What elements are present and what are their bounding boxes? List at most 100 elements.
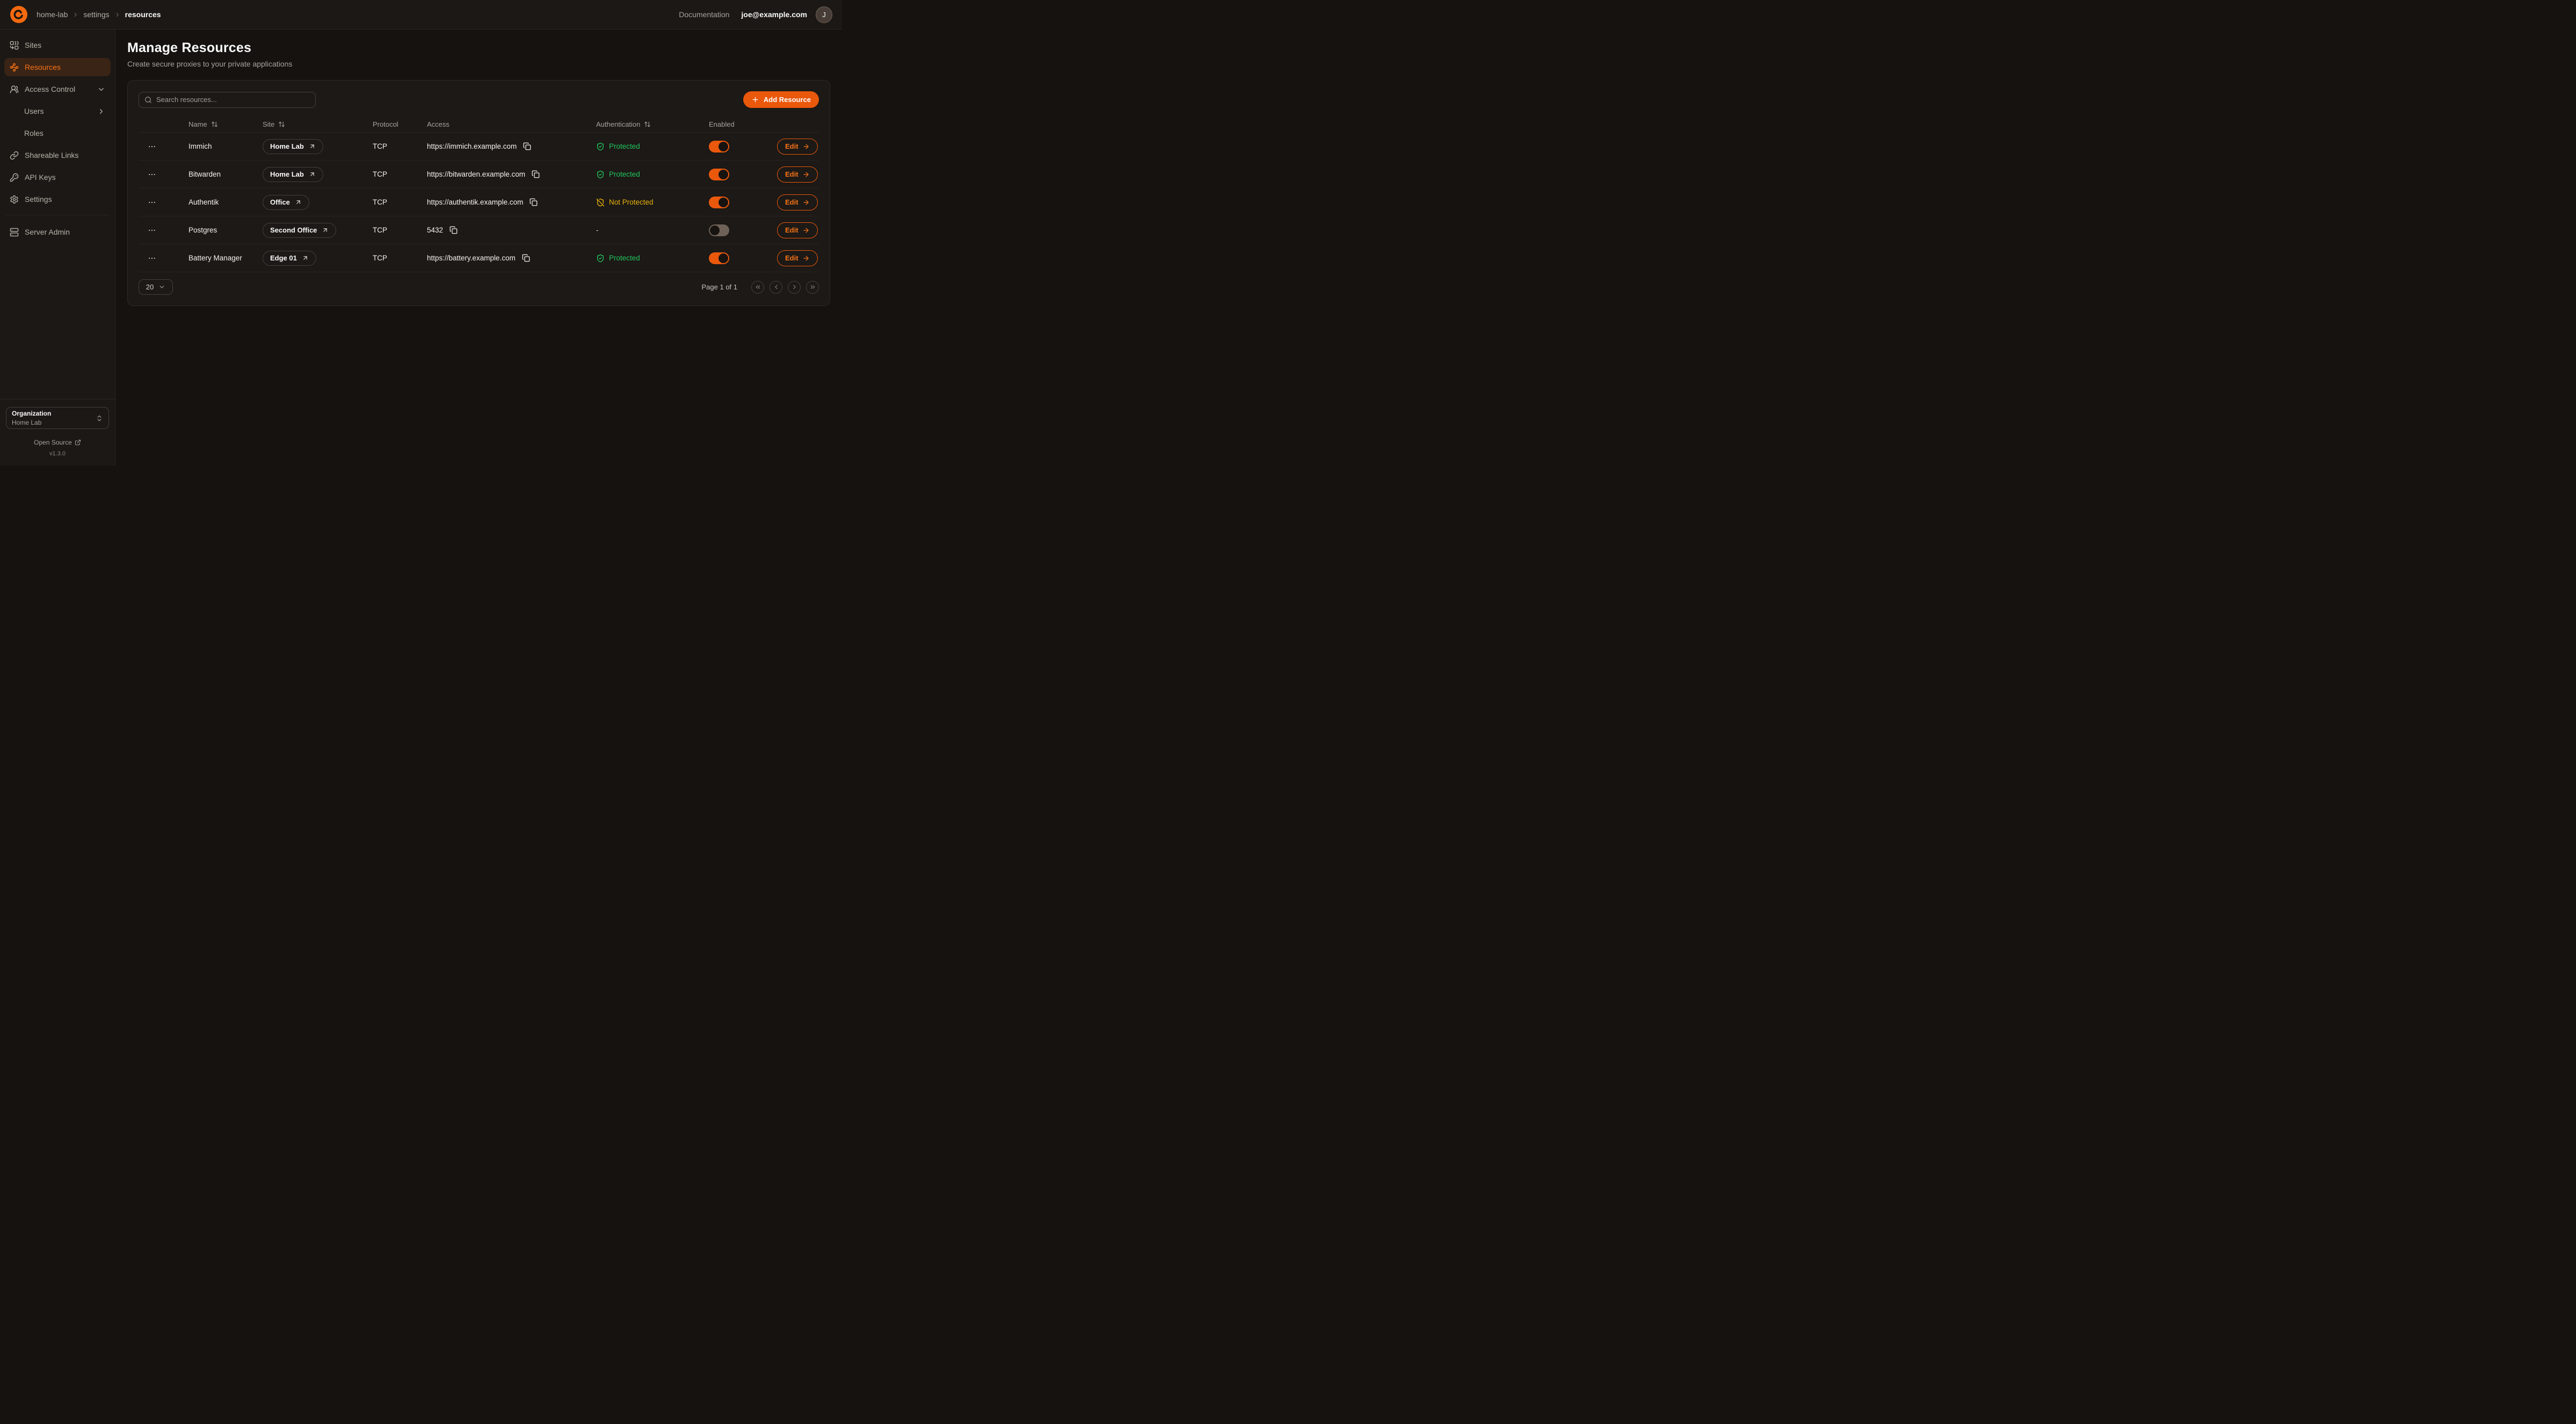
site-link-badge[interactable]: Edge 01 xyxy=(263,251,316,266)
table-row: Authentik Office TCP https://authentik.e… xyxy=(139,188,819,216)
column-header-site[interactable]: Site xyxy=(263,120,373,128)
row-actions-button[interactable] xyxy=(146,196,158,209)
organization-selector[interactable]: Organization Home Lab xyxy=(6,407,109,429)
breadcrumb-settings[interactable]: settings xyxy=(83,10,109,19)
users-icon xyxy=(10,85,19,94)
copy-icon[interactable] xyxy=(448,225,459,235)
auth-status-label: - xyxy=(596,226,599,234)
pangolin-logo-icon[interactable] xyxy=(10,5,28,24)
previous-page-button[interactable] xyxy=(770,281,782,294)
edit-button[interactable]: Edit xyxy=(777,250,818,266)
table-row: Postgres Second Office TCP 5432 - xyxy=(139,216,819,244)
edit-button[interactable]: Edit xyxy=(777,222,818,238)
sidebar-item-label: Shareable Links xyxy=(25,151,78,159)
table-row: Bitwarden Home Lab TCP https://bitwarden… xyxy=(139,161,819,188)
search-input[interactable] xyxy=(156,96,310,104)
edit-button[interactable]: Edit xyxy=(777,166,818,183)
arrow-right-icon xyxy=(802,227,810,234)
arrow-right-icon xyxy=(802,199,810,206)
edit-label: Edit xyxy=(785,170,799,178)
topbar: home-lab settings resources Documentatio… xyxy=(0,0,842,30)
column-header-authentication[interactable]: Authentication xyxy=(596,120,705,128)
sidebar-item-label: Users xyxy=(24,107,44,115)
site-name: Office xyxy=(270,198,290,206)
site-link-badge[interactable]: Home Lab xyxy=(263,167,323,182)
column-header-protocol: Protocol xyxy=(373,120,427,128)
sidebar-item-access-control[interactable]: Access Control xyxy=(4,80,111,98)
sidebar-item-users[interactable]: Users xyxy=(4,102,111,120)
sidebar: Sites Resources Access Control User xyxy=(0,30,115,466)
column-header-access: Access xyxy=(427,120,596,128)
row-actions-button[interactable] xyxy=(146,224,158,237)
resource-name: Authentik xyxy=(165,198,263,206)
copy-icon[interactable] xyxy=(528,197,539,207)
sort-icon xyxy=(644,121,651,128)
site-name: Second Office xyxy=(270,226,317,234)
sidebar-item-label: Access Control xyxy=(25,85,75,93)
auth-status: - xyxy=(596,226,705,234)
site-link-badge[interactable]: Second Office xyxy=(263,223,336,238)
sidebar-item-roles[interactable]: Roles xyxy=(4,124,111,142)
site-link-badge[interactable]: Home Lab xyxy=(263,139,323,154)
enabled-toggle[interactable] xyxy=(709,141,729,152)
edit-button[interactable]: Edit xyxy=(777,194,818,210)
access-url: https://bitwarden.example.com xyxy=(427,170,525,178)
chevron-left-icon xyxy=(773,284,780,290)
auth-status: Protected xyxy=(596,170,705,179)
resource-name: Battery Manager xyxy=(165,254,263,262)
enabled-toggle[interactable] xyxy=(709,224,729,236)
sidebar-item-server-admin[interactable]: Server Admin xyxy=(4,223,111,241)
site-name: Edge 01 xyxy=(270,254,297,262)
edit-button[interactable]: Edit xyxy=(777,139,818,155)
ellipsis-icon xyxy=(148,226,156,235)
user-email[interactable]: joe@example.com xyxy=(741,10,807,19)
resource-name: Postgres xyxy=(165,226,263,234)
sidebar-item-shareable-links[interactable]: Shareable Links xyxy=(4,146,111,164)
ellipsis-icon xyxy=(148,170,156,179)
access-url: https://battery.example.com xyxy=(427,254,516,262)
row-actions-button[interactable] xyxy=(146,252,158,265)
shield-check-icon xyxy=(596,170,605,179)
breadcrumb-org[interactable]: home-lab xyxy=(37,10,68,19)
access-url: https://immich.example.com xyxy=(427,142,517,150)
table-body: Immich Home Lab TCP https://immich.examp… xyxy=(139,133,819,272)
site-link-badge[interactable]: Office xyxy=(263,195,309,210)
copy-icon[interactable] xyxy=(531,169,541,179)
sidebar-item-resources[interactable]: Resources xyxy=(4,58,111,76)
enabled-toggle[interactable] xyxy=(709,197,729,208)
access-url: https://authentik.example.com xyxy=(427,198,523,206)
enabled-toggle[interactable] xyxy=(709,252,729,264)
ellipsis-icon xyxy=(148,198,156,207)
column-header-name[interactable]: Name xyxy=(165,120,263,128)
row-actions-button[interactable] xyxy=(146,168,158,181)
auth-status-label: Protected xyxy=(609,170,640,178)
documentation-link[interactable]: Documentation xyxy=(679,10,729,19)
pagination: 20 Page 1 of 1 xyxy=(139,279,819,295)
copy-icon[interactable] xyxy=(522,141,532,151)
copy-icon[interactable] xyxy=(521,253,531,263)
sidebar-item-api-keys[interactable]: API Keys xyxy=(4,168,111,186)
sidebar-item-sites[interactable]: Sites xyxy=(4,36,111,54)
next-page-button[interactable] xyxy=(788,281,801,294)
sort-icon xyxy=(211,121,218,128)
row-actions-button[interactable] xyxy=(146,140,158,153)
avatar[interactable]: J xyxy=(816,6,832,23)
chevrons-left-icon xyxy=(754,284,761,290)
table-row: Battery Manager Edge 01 TCP https://batt… xyxy=(139,244,819,272)
sidebar-item-settings[interactable]: Settings xyxy=(4,190,111,208)
chevron-right-icon xyxy=(791,284,798,290)
first-page-button[interactable] xyxy=(751,281,764,294)
edit-label: Edit xyxy=(785,142,799,150)
resources-card: Add Resource Name Site Protocol Access A… xyxy=(127,80,830,306)
external-link-icon xyxy=(75,439,81,446)
organization-value: Home Lab xyxy=(12,418,51,427)
page-title: Manage Resources xyxy=(127,40,830,56)
ellipsis-icon xyxy=(148,254,156,263)
add-resource-button[interactable]: Add Resource xyxy=(743,91,819,108)
arrow-right-icon xyxy=(802,255,810,262)
open-source-link[interactable]: Open Source xyxy=(34,439,81,446)
page-size-select[interactable]: 20 xyxy=(139,279,173,295)
shield-off-icon xyxy=(596,198,605,207)
last-page-button[interactable] xyxy=(806,281,819,294)
enabled-toggle[interactable] xyxy=(709,169,729,180)
